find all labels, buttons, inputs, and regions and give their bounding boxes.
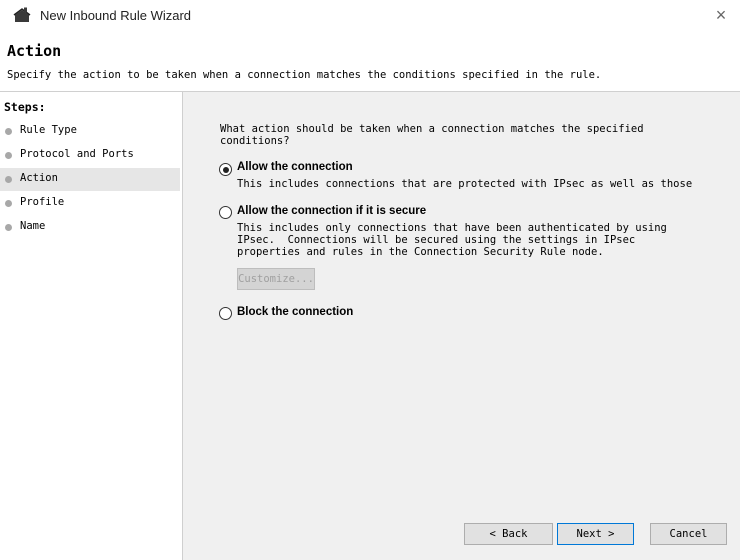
firewall-icon (13, 7, 31, 22)
step-rule-type[interactable]: Rule Type (0, 120, 180, 143)
allow-connection-label[interactable]: Allow the connection (237, 161, 353, 173)
content-pane: What action should be taken when a conne… (183, 92, 740, 560)
steps-pane: Steps: Rule Type Protocol and Ports Acti… (0, 92, 183, 560)
page-title: Action (7, 42, 62, 60)
step-label: Rule Type (20, 124, 77, 136)
bullet-icon (5, 176, 12, 183)
bullet-icon (5, 200, 12, 207)
cancel-button[interactable]: Cancel (650, 523, 727, 545)
step-label: Profile (20, 196, 65, 208)
allow-connection-description: This includes connections that are prote… (237, 178, 693, 190)
step-action[interactable]: Action (0, 168, 180, 191)
bullet-icon (5, 152, 12, 159)
bullet-icon (5, 128, 12, 135)
action-question: What action should be taken when a conne… (220, 123, 644, 147)
step-name[interactable]: Name (0, 216, 180, 239)
wizard-header: Action Specify the action to be taken wh… (0, 32, 740, 92)
step-label: Name (20, 220, 46, 232)
title-bar: New Inbound Rule Wizard × (0, 0, 740, 32)
step-label: Protocol and Ports (20, 148, 134, 160)
customize-button[interactable]: Customize... (237, 268, 315, 290)
allow-if-secure-description: This includes only connections that have… (237, 222, 667, 258)
steps-heading: Steps: (4, 100, 46, 114)
window-title: New Inbound Rule Wizard (40, 8, 192, 23)
step-profile[interactable]: Profile (0, 192, 180, 215)
step-label: Action (20, 172, 58, 184)
allow-if-secure-radio[interactable] (219, 206, 232, 219)
step-protocol-and-ports[interactable]: Protocol and Ports (0, 144, 180, 167)
bullet-icon (5, 224, 12, 231)
allow-if-secure-label[interactable]: Allow the connection if it is secure (237, 205, 426, 217)
block-connection-label[interactable]: Block the connection (237, 306, 353, 318)
back-button[interactable]: < Back (464, 523, 553, 545)
radio-selected-dot (222, 166, 229, 173)
next-button[interactable]: Next > (557, 523, 634, 545)
page-subtitle: Specify the action to be taken when a co… (7, 69, 602, 81)
close-icon[interactable]: × (708, 4, 734, 26)
block-connection-radio[interactable] (219, 307, 232, 320)
allow-connection-radio[interactable] (219, 163, 232, 176)
